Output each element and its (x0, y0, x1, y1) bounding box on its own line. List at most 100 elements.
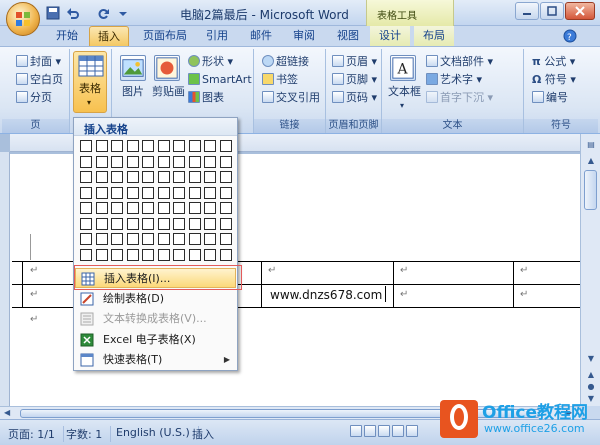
grid-cell[interactable] (157, 202, 170, 214)
tab-view[interactable]: 视图 (331, 26, 365, 46)
browse-object-icon[interactable]: ● (585, 382, 597, 392)
grid-cell[interactable] (173, 233, 185, 245)
grid-cell[interactable] (80, 186, 92, 199)
bookmark-button[interactable]: 书签 (262, 73, 298, 87)
grid-cell[interactable] (126, 233, 139, 245)
grid-cell[interactable] (142, 248, 154, 261)
smartart-button[interactable]: SmartArt (188, 73, 252, 87)
grid-cell[interactable] (142, 202, 154, 214)
grid-cell[interactable] (142, 155, 154, 168)
shapes-button[interactable]: 形状 ▾ (188, 55, 233, 69)
grid-cell[interactable] (111, 186, 123, 199)
grid-cell[interactable] (95, 155, 108, 168)
grid-cell[interactable] (204, 202, 216, 214)
page-break-button[interactable]: 分页 (16, 91, 52, 105)
redo-icon[interactable] (96, 6, 110, 20)
menu-excel-spreadsheet[interactable]: Excel 电子表格(X) (75, 330, 236, 350)
vertical-ruler[interactable] (0, 152, 10, 406)
grid-cell[interactable] (173, 171, 185, 183)
grid-cell[interactable] (219, 217, 232, 230)
grid-cell[interactable] (219, 171, 232, 183)
customize-toolbar-icon[interactable] (116, 6, 130, 20)
grid-cell[interactable] (126, 155, 139, 168)
grid-cell[interactable] (219, 155, 232, 168)
grid-cell[interactable] (173, 140, 185, 152)
grid-cell[interactable] (173, 186, 185, 199)
grid-cell[interactable] (204, 155, 216, 168)
grid-cell[interactable] (126, 202, 139, 214)
grid-cell[interactable] (157, 171, 170, 183)
grid-cell[interactable] (204, 140, 216, 152)
grid-cell[interactable] (204, 248, 216, 261)
grid-cell[interactable] (126, 186, 139, 199)
help-icon[interactable]: ? (563, 29, 577, 43)
grid-cell[interactable] (219, 140, 232, 152)
cross-reference-button[interactable]: 交叉引用 (262, 91, 320, 105)
grid-cell[interactable] (157, 155, 170, 168)
grid-cell[interactable] (111, 202, 123, 214)
grid-cell[interactable] (80, 140, 92, 152)
grid-cell[interactable] (111, 155, 123, 168)
language-indicator[interactable]: English (U.S.) (116, 426, 199, 439)
grid-cell[interactable] (173, 155, 185, 168)
grid-cell[interactable] (111, 248, 123, 261)
grid-cell[interactable] (95, 233, 108, 245)
grid-cell[interactable] (157, 233, 170, 245)
outline-icon[interactable] (392, 425, 404, 437)
grid-cell[interactable] (188, 202, 201, 214)
grid-cell[interactable] (157, 217, 170, 230)
grid-cell[interactable] (126, 140, 139, 152)
scroll-down-icon[interactable]: ▼ (585, 354, 597, 364)
grid-cell[interactable] (157, 248, 170, 261)
full-screen-icon[interactable] (364, 425, 376, 437)
tab-home[interactable]: 开始 (50, 26, 84, 46)
previous-page-icon[interactable]: ▲ (585, 370, 597, 380)
menu-quick-tables[interactable]: 快速表格(T) ▶ (75, 350, 236, 370)
tab-mailings[interactable]: 邮件 (244, 26, 278, 46)
footer-button[interactable]: 页脚 ▾ (332, 73, 377, 87)
save-icon[interactable] (46, 6, 60, 20)
numbering-button[interactable]: 编号 (532, 91, 568, 105)
grid-cell[interactable] (111, 140, 123, 152)
grid-cell[interactable] (95, 171, 108, 183)
grid-cell[interactable] (188, 155, 201, 168)
scroll-up-icon[interactable]: ▲ (585, 156, 597, 166)
grid-cell[interactable] (173, 202, 185, 214)
vertical-scrollbar[interactable]: ▤ ▲ ▼ ▲ ● ▼ (580, 134, 600, 406)
page-count[interactable]: 页面: 1/1 (8, 426, 64, 442)
grid-cell[interactable] (142, 217, 154, 230)
grid-cell[interactable] (111, 171, 123, 183)
minimize-button[interactable] (515, 2, 539, 20)
grid-cell[interactable] (126, 248, 139, 261)
print-layout-icon[interactable] (350, 425, 362, 437)
symbol-button[interactable]: Ω 符号 ▾ (532, 73, 576, 87)
grid-cell[interactable] (142, 171, 154, 183)
grid-cell[interactable] (188, 233, 201, 245)
insert-mode[interactable]: 插入 (192, 426, 222, 442)
drop-cap-button[interactable]: 首字下沉 ▾ (426, 91, 493, 105)
tab-layout[interactable]: 布局 (414, 26, 454, 46)
undo-icon[interactable] (66, 6, 80, 20)
grid-cell[interactable] (142, 140, 154, 152)
grid-cell[interactable] (157, 140, 170, 152)
grid-cell[interactable] (204, 233, 216, 245)
equation-button[interactable]: π 公式 ▾ (532, 55, 575, 69)
page-number-button[interactable]: 页码 ▾ (332, 91, 377, 105)
grid-cell[interactable] (173, 217, 185, 230)
grid-cell[interactable] (142, 186, 154, 199)
grid-cell[interactable] (80, 171, 92, 183)
tab-page-layout[interactable]: 页面布局 (138, 26, 192, 46)
grid-cell[interactable] (204, 171, 216, 183)
grid-cell[interactable] (80, 155, 92, 168)
grid-cell[interactable] (142, 233, 154, 245)
wordart-button[interactable]: 艺术字 ▾ (426, 73, 482, 87)
grid-cell[interactable] (188, 186, 201, 199)
blank-page-button[interactable]: 空白页 (16, 73, 63, 87)
grid-cell[interactable] (95, 140, 108, 152)
grid-cell[interactable] (95, 248, 108, 261)
grid-cell[interactable] (219, 248, 232, 261)
grid-cell[interactable] (111, 217, 123, 230)
grid-cell[interactable] (111, 233, 123, 245)
grid-cell[interactable] (188, 217, 201, 230)
grid-cell[interactable] (80, 217, 92, 230)
